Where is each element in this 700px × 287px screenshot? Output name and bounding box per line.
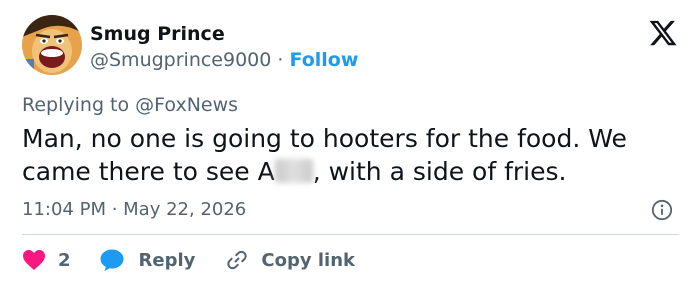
speech-bubble-icon	[99, 248, 125, 272]
info-icon[interactable]	[651, 199, 673, 221]
follow-button[interactable]: Follow	[290, 49, 359, 71]
divider	[22, 234, 679, 235]
like-count: 2	[58, 249, 71, 271]
heart-icon	[22, 249, 46, 271]
like-button[interactable]: 2	[22, 249, 99, 271]
reply-context: Replying to @FoxNews	[22, 93, 238, 117]
censored-text	[274, 159, 313, 183]
timestamp[interactable]: 11:04 PM · May 22, 2026	[22, 198, 246, 222]
tweet-line-2: came there to see A , with a side of frie…	[22, 155, 682, 188]
meta-separator: ·	[277, 49, 284, 71]
tweet-line-2-start: came there to see A	[22, 157, 275, 186]
author-meta: @Smugprince9000 · Follow	[90, 48, 358, 72]
action-bar: 2 Reply Copy link	[22, 245, 355, 275]
reply-prefix: Replying to	[22, 94, 136, 116]
tweet-text: Man, no one is going to hooters for the …	[22, 122, 682, 188]
avatar-image	[22, 15, 82, 75]
tweet-line-2-end: , with a side of fries.	[312, 157, 567, 186]
timestamp-separator: ·	[105, 199, 124, 220]
x-logo-icon[interactable]	[648, 18, 678, 48]
avatar[interactable]	[22, 15, 82, 75]
reply-label: Reply	[138, 249, 196, 271]
timestamp-date: May 22, 2026	[123, 199, 247, 220]
copy-link-label: Copy link	[261, 249, 355, 271]
tweet-line-1: Man, no one is going to hooters for the …	[22, 124, 627, 153]
tweet-card: Smug Prince @Smugprince9000 · Follow Rep…	[0, 0, 700, 287]
author-name[interactable]: Smug Prince	[90, 22, 225, 46]
copy-link-button[interactable]: Copy link	[225, 248, 355, 272]
reply-button[interactable]: Reply	[99, 248, 226, 272]
timestamp-time: 11:04 PM	[22, 199, 106, 220]
link-icon	[225, 248, 249, 272]
reply-mention[interactable]: @FoxNews	[135, 94, 238, 116]
author-handle[interactable]: @Smugprince9000	[90, 49, 271, 71]
